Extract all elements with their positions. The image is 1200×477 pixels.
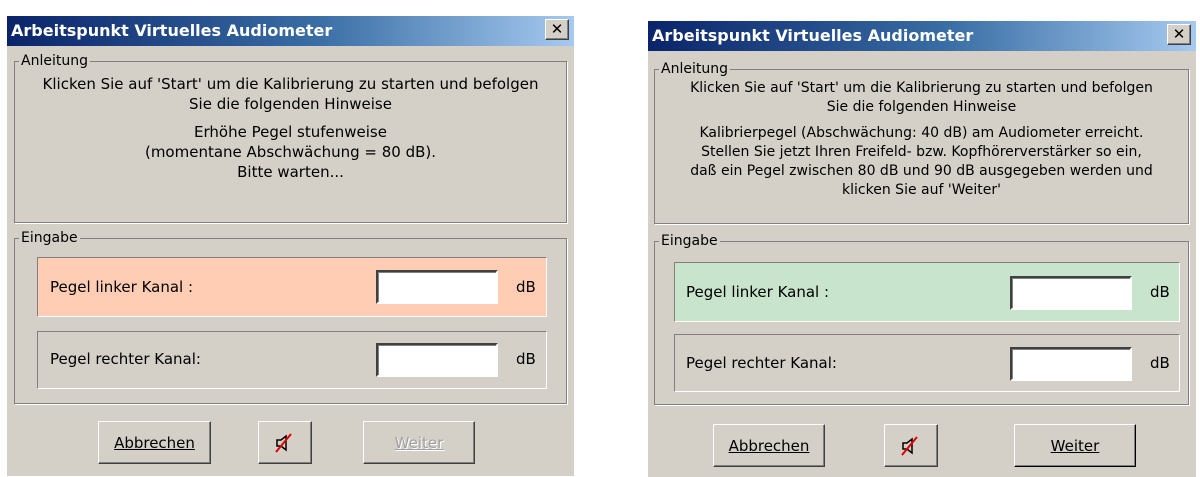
anleitung-label: Anleitung [659,60,730,78]
left-channel-row: Pegel linker Kanal : dB [37,257,547,317]
anleitung-group: Anleitung Klicken Sie auf 'Start' um die… [14,52,567,223]
cancel-button[interactable]: Abbrechen [98,421,211,464]
speaker-mute-icon [901,435,918,456]
left-channel-input[interactable] [376,270,498,304]
speaker-mute-icon [275,432,292,453]
right-channel-unit: dB [516,350,536,368]
next-label: Weiter [1050,436,1100,455]
next-label: Weiter [394,433,444,452]
instruction-line-2: Sie die folgenden Hinweise [826,99,1017,115]
left-channel-unit: dB [516,278,536,296]
right-channel-input[interactable] [376,343,498,377]
title-bar[interactable]: Arbeitspunkt Virtuelles Audiometer ✕ [648,21,1196,51]
cancel-label: Abbrechen [728,436,810,455]
left-channel-label: Pegel linker Kanal : [686,283,830,301]
instruction-line-1: Klicken Sie auf 'Start' um die Kalibrier… [690,80,1153,96]
right-channel-row: Pegel rechter Kanal: dB [37,331,547,389]
status-line-3: Bitte warten... [237,163,344,181]
audiometer-dialog-right: Arbeitspunkt Virtuelles Audiometer ✕ Anl… [648,21,1196,477]
eingabe-group: Eingabe Pegel linker Kanal : dB Pegel re… [654,232,1189,405]
left-channel-row: Pegel linker Kanal : dB [674,262,1180,322]
cancel-button[interactable]: Abbrechen [713,424,825,467]
close-button[interactable]: ✕ [1167,24,1191,45]
left-channel-label: Pegel linker Kanal : [50,278,194,296]
right-channel-unit: dB [1150,354,1170,372]
close-icon: ✕ [550,20,564,38]
status-line-1: Erhöhe Pegel stufenweise [194,123,387,141]
anleitung-label: Anleitung [19,52,90,70]
title-bar[interactable]: Arbeitspunkt Virtuelles Audiometer ✕ [7,16,574,46]
status-line-2: (momentane Abschwächung = 80 dB). [144,143,437,161]
eingabe-group: Eingabe Pegel linker Kanal : dB Pegel re… [14,229,567,404]
close-button[interactable]: ✕ [545,19,569,40]
window-title: Arbeitspunkt Virtuelles Audiometer [11,21,333,40]
mute-button[interactable] [258,421,312,464]
right-channel-label: Pegel rechter Kanal: [50,350,201,368]
eingabe-label: Eingabe [659,232,720,250]
right-channel-row: Pegel rechter Kanal: dB [674,334,1180,392]
status-line-2: Stellen Sie jetzt Ihren Freifeld- bzw. K… [701,144,1142,160]
close-icon: ✕ [1172,25,1186,43]
mute-button[interactable] [884,424,938,467]
status-line-3: daß ein Pegel zwischen 80 dB und 90 dB a… [690,163,1153,179]
next-button[interactable]: Weiter [1014,424,1136,467]
right-channel-input[interactable] [1010,347,1132,381]
audiometer-dialog-left: Arbeitspunkt Virtuelles Audiometer ✕ Anl… [7,16,574,476]
status-line-4: klicken Sie auf 'Weiter' [842,182,1001,198]
cancel-label: Abbrechen [114,433,195,452]
left-channel-input[interactable] [1010,276,1132,310]
instruction-line-2: Sie die folgenden Hinweise [189,95,392,113]
eingabe-label: Eingabe [19,229,80,247]
window-title: Arbeitspunkt Virtuelles Audiometer [652,26,974,45]
next-button[interactable]: Weiter [363,421,475,464]
instruction-line-1: Klicken Sie auf 'Start' um die Kalibrier… [42,75,539,93]
anleitung-group: Anleitung Klicken Sie auf 'Start' um die… [654,60,1189,224]
left-channel-unit: dB [1150,283,1170,301]
status-line-1: Kalibrierpegel (Abschwächung: 40 dB) am … [699,125,1144,141]
right-channel-label: Pegel rechter Kanal: [686,354,837,372]
